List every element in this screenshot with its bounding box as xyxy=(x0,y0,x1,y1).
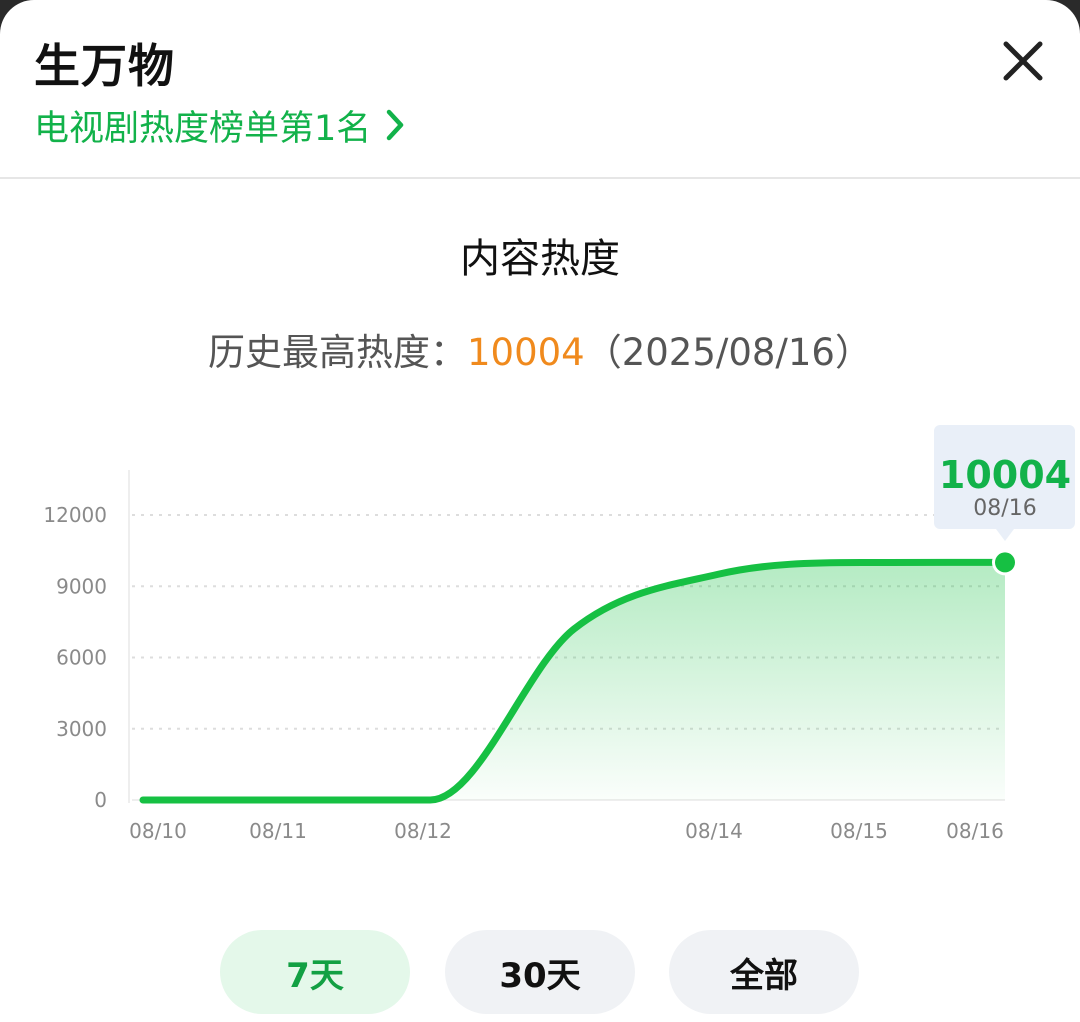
range-all-button[interactable]: 全部 xyxy=(669,930,859,1014)
range-30d-label: 30天 xyxy=(499,955,581,996)
chevron-right-icon xyxy=(387,109,404,141)
close-button[interactable] xyxy=(996,34,1050,88)
x-tick-label: 08/16 xyxy=(946,819,1004,843)
y-tick-label: 6000 xyxy=(56,646,107,670)
y-tick-label: 0 xyxy=(94,788,107,812)
header-divider xyxy=(0,177,1080,179)
range-7d-button[interactable]: 7天 xyxy=(220,930,410,1014)
range-all-label: 全部 xyxy=(730,955,798,996)
x-tick-label: 08/14 xyxy=(685,819,743,843)
rank-link[interactable]: 电视剧热度榜单第1名 xyxy=(34,100,405,150)
heat-chart: 1000408/16 03000600090001200008/10 08/11 0… xyxy=(43,425,1075,843)
tooltip-date: 08/16 xyxy=(973,496,1036,521)
bottom-sheet: 生万物 电视剧热度榜单第1名 内容热度 历史最高热度：10004（2025/08… xyxy=(0,0,1080,1022)
x-tick-label: 08/12 xyxy=(394,819,452,843)
highlight-point[interactable] xyxy=(995,552,1015,573)
close-icon xyxy=(1003,41,1043,81)
drama-title: 生万物 xyxy=(34,39,175,93)
x-tick-label: 08/10 xyxy=(129,819,187,843)
rank-link-label: 电视剧热度榜单第1名 xyxy=(34,108,372,149)
range-30d-button[interactable]: 30天 xyxy=(445,930,635,1014)
y-tick-label: 3000 xyxy=(56,717,107,741)
tooltip-value: 10004 xyxy=(939,453,1071,497)
tooltip-arrow xyxy=(996,529,1014,541)
x-tick-label: 08/15 xyxy=(830,819,888,843)
peak-value: 10004 xyxy=(467,331,585,374)
section-title: 内容热度 xyxy=(460,236,620,282)
area-fill xyxy=(143,562,1005,800)
peak-date: （2025/08/16） xyxy=(584,331,872,374)
x-tick-label: 08/11 xyxy=(249,819,307,843)
y-tick-label: 12000 xyxy=(43,503,107,527)
y-tick-label: 9000 xyxy=(56,574,107,598)
peak-heat: 历史最高热度：10004（2025/08/16） xyxy=(0,322,1080,376)
value-tooltip: 1000408/16 xyxy=(934,425,1075,541)
peak-label: 历史最高热度： xyxy=(208,331,468,374)
range-7d-label: 7天 xyxy=(286,955,344,996)
